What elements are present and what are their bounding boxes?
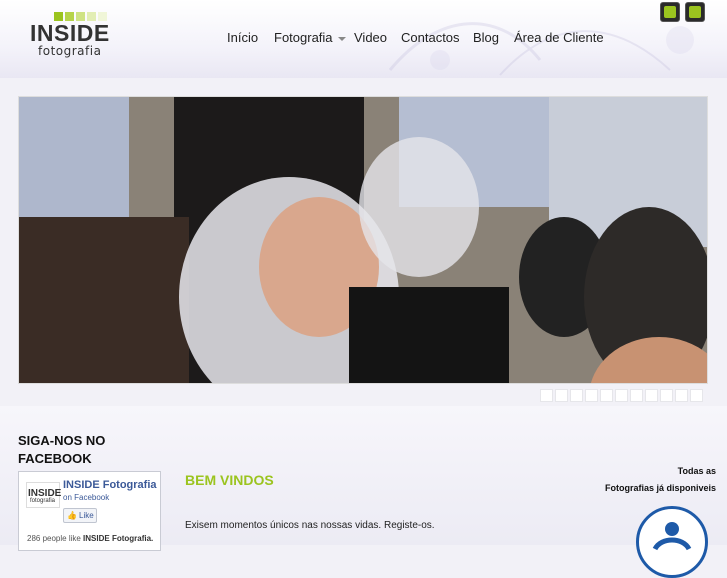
nav-item-inicio[interactable]: Início	[227, 30, 258, 45]
intro-text: Exisem momentos únicos nas nossas vidas.…	[185, 520, 435, 531]
welcome-heading: BEM VINDOS	[185, 472, 274, 488]
nav-item-area-cliente[interactable]: Área de Cliente	[514, 30, 604, 45]
client-area-logo[interactable]	[636, 506, 708, 578]
facebook-section-title: SIGA-NOS NO FACEBOOK	[18, 433, 106, 466]
thumbs-up-icon: 👍	[67, 511, 77, 520]
nav-item-label: Início	[227, 30, 259, 45]
facebook-like-button[interactable]: 👍 Like	[63, 508, 97, 523]
slider-dot[interactable]	[675, 389, 688, 402]
facebook-like-count: 286 people like INSIDE Fotografia.	[27, 534, 153, 543]
rss-icon	[689, 6, 701, 18]
site-header: INSIDE fotografia Início Fotografia Vide…	[0, 0, 727, 78]
slider-dot[interactable]	[555, 389, 568, 402]
logo-text: INSIDE	[30, 20, 110, 46]
logo-subtext: fotografia	[38, 44, 102, 58]
slider-dot[interactable]	[570, 389, 583, 402]
slider-dot[interactable]	[630, 389, 643, 402]
nav-item-blog[interactable]: Blog	[473, 30, 499, 45]
slider-dot[interactable]	[660, 389, 673, 402]
like-label: Like	[79, 511, 94, 520]
site-logo[interactable]: INSIDE fotografia	[30, 12, 110, 60]
slider-dot[interactable]	[645, 389, 658, 402]
photos-available-notice[interactable]: Todas as Fotografias já disponiveis	[576, 463, 716, 497]
like-count-page[interactable]: INSIDE Fotografia.	[83, 534, 153, 543]
nav-item-video[interactable]: Video	[354, 30, 387, 45]
slider-dot[interactable]	[690, 389, 703, 402]
notice-line-1: Todas as	[677, 466, 716, 476]
slider-dot[interactable]	[615, 389, 628, 402]
nav-item-fotografia[interactable]: Fotografia	[274, 30, 346, 45]
facebook-like-box: INSIDE fotografia INSIDE Fotografia on F…	[18, 471, 161, 551]
chevron-down-icon	[337, 36, 346, 41]
facebook-link[interactable]	[660, 2, 680, 22]
nav-item-label: Fotografia	[274, 30, 333, 45]
facebook-on-link[interactable]: on Facebook	[63, 493, 109, 502]
fb-logo-subtext: fotografia	[30, 498, 56, 504]
nav-item-label: Contactos	[401, 30, 460, 45]
person-icon	[652, 522, 692, 551]
facebook-page-logo[interactable]: INSIDE fotografia	[26, 482, 61, 508]
nav-item-label: Área de Cliente	[514, 30, 604, 45]
facebook-icon	[664, 6, 676, 18]
nav-item-contactos[interactable]: Contactos	[401, 30, 460, 45]
facebook-page-name[interactable]: INSIDE Fotografia	[63, 479, 157, 491]
slide-image	[19, 97, 707, 383]
slider-dot[interactable]	[585, 389, 598, 402]
like-count-text: 286 people like	[27, 534, 84, 543]
hero-slider[interactable]	[18, 96, 708, 384]
slider-dot[interactable]	[600, 389, 613, 402]
nav-item-label: Blog	[473, 30, 500, 45]
slider-dot[interactable]	[540, 389, 553, 402]
notice-line-2: Fotografias já disponiveis	[604, 483, 716, 493]
rss-link[interactable]	[685, 2, 705, 22]
nav-item-label: Video	[354, 30, 388, 45]
